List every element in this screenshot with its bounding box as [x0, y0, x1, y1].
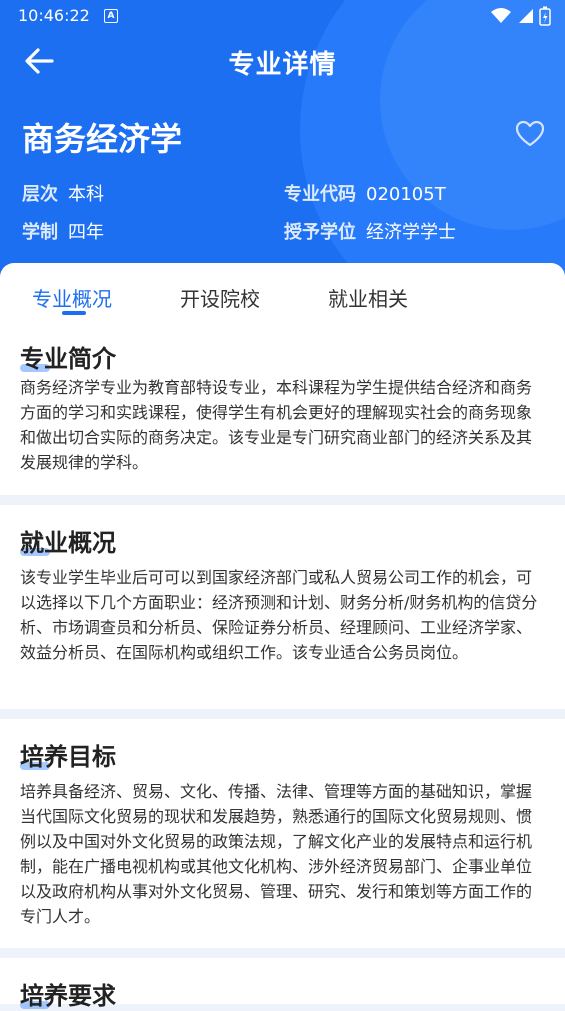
- duration-value: 四年: [68, 222, 104, 243]
- section-training-goal: 培养目标 培养具备经济、贸易、文化、传播、法律、管理等方面的基础知识，掌握当代国…: [0, 719, 565, 948]
- header: 10:46:22 A 专业详情 商务经济学 层次 本科 专业代码 020105T 学…: [0, 0, 565, 300]
- notification-a-icon: A: [104, 9, 118, 23]
- tab-colleges[interactable]: 开设院校: [180, 283, 260, 312]
- degree-value: 经济学学士: [366, 222, 456, 243]
- section-body: 该专业学生毕业后可可以到国家经济部门或私人贸易公司工作的机会，可以选择以下几个方…: [20, 568, 538, 662]
- section-title: 专业简介: [20, 345, 116, 373]
- page-title: 专业详情: [228, 50, 337, 80]
- section-title: 培养目标: [20, 743, 116, 771]
- wifi-icon: [491, 8, 511, 23]
- heart-outline-icon: [515, 120, 545, 147]
- section-title: 就业概况: [20, 529, 116, 557]
- level-value: 本科: [68, 184, 104, 205]
- section-employment-overview: 就业概况 该专业学生毕业后可可以到国家经济部门或私人贸易公司工作的机会，可以选择…: [0, 505, 565, 709]
- degree-label: 授予学位: [284, 222, 356, 243]
- major-name: 商务经济学: [22, 120, 183, 158]
- code-label: 专业代码: [284, 184, 356, 205]
- tab-bar: 专业概况 开设院校 就业相关: [0, 263, 565, 319]
- signal-icon: [519, 9, 533, 23]
- status-time: 10:46:22: [18, 6, 90, 25]
- level-label: 层次: [22, 184, 58, 205]
- tab-overview[interactable]: 专业概况: [32, 283, 112, 312]
- battery-icon: [539, 6, 551, 26]
- top-bar: 专业详情: [0, 36, 565, 86]
- section-body: 商务经济学专业为教育部特设专业，本科课程为学生提供结合经济和商务方面的学习和实践…: [20, 378, 533, 472]
- content-card: 专业概况 开设院校 就业相关 专业简介 商务经济学专业为教育部特设专业，本科课程…: [0, 263, 565, 495]
- system-icons: [491, 6, 551, 26]
- duration-label: 学制: [22, 222, 58, 243]
- section-title: 培养要求: [20, 982, 116, 1010]
- level-info: 层次 本科: [22, 180, 104, 206]
- degree-info: 授予学位 经济学学士: [284, 218, 456, 244]
- section-body: 培养具备经济、贸易、文化、传播、法律、管理等方面的基础知识，掌握当代国际文化贸易…: [20, 782, 533, 926]
- tab-employment[interactable]: 就业相关: [328, 283, 408, 312]
- code-info: 专业代码 020105T: [284, 180, 446, 206]
- duration-info: 学制 四年: [22, 218, 104, 244]
- favorite-button[interactable]: [514, 118, 546, 150]
- status-bar: 10:46:22 A: [0, 0, 565, 32]
- code-value: 020105T: [366, 184, 446, 205]
- section-training-requirements: 培养要求: [0, 958, 565, 1010]
- tab-active-indicator: [62, 311, 86, 315]
